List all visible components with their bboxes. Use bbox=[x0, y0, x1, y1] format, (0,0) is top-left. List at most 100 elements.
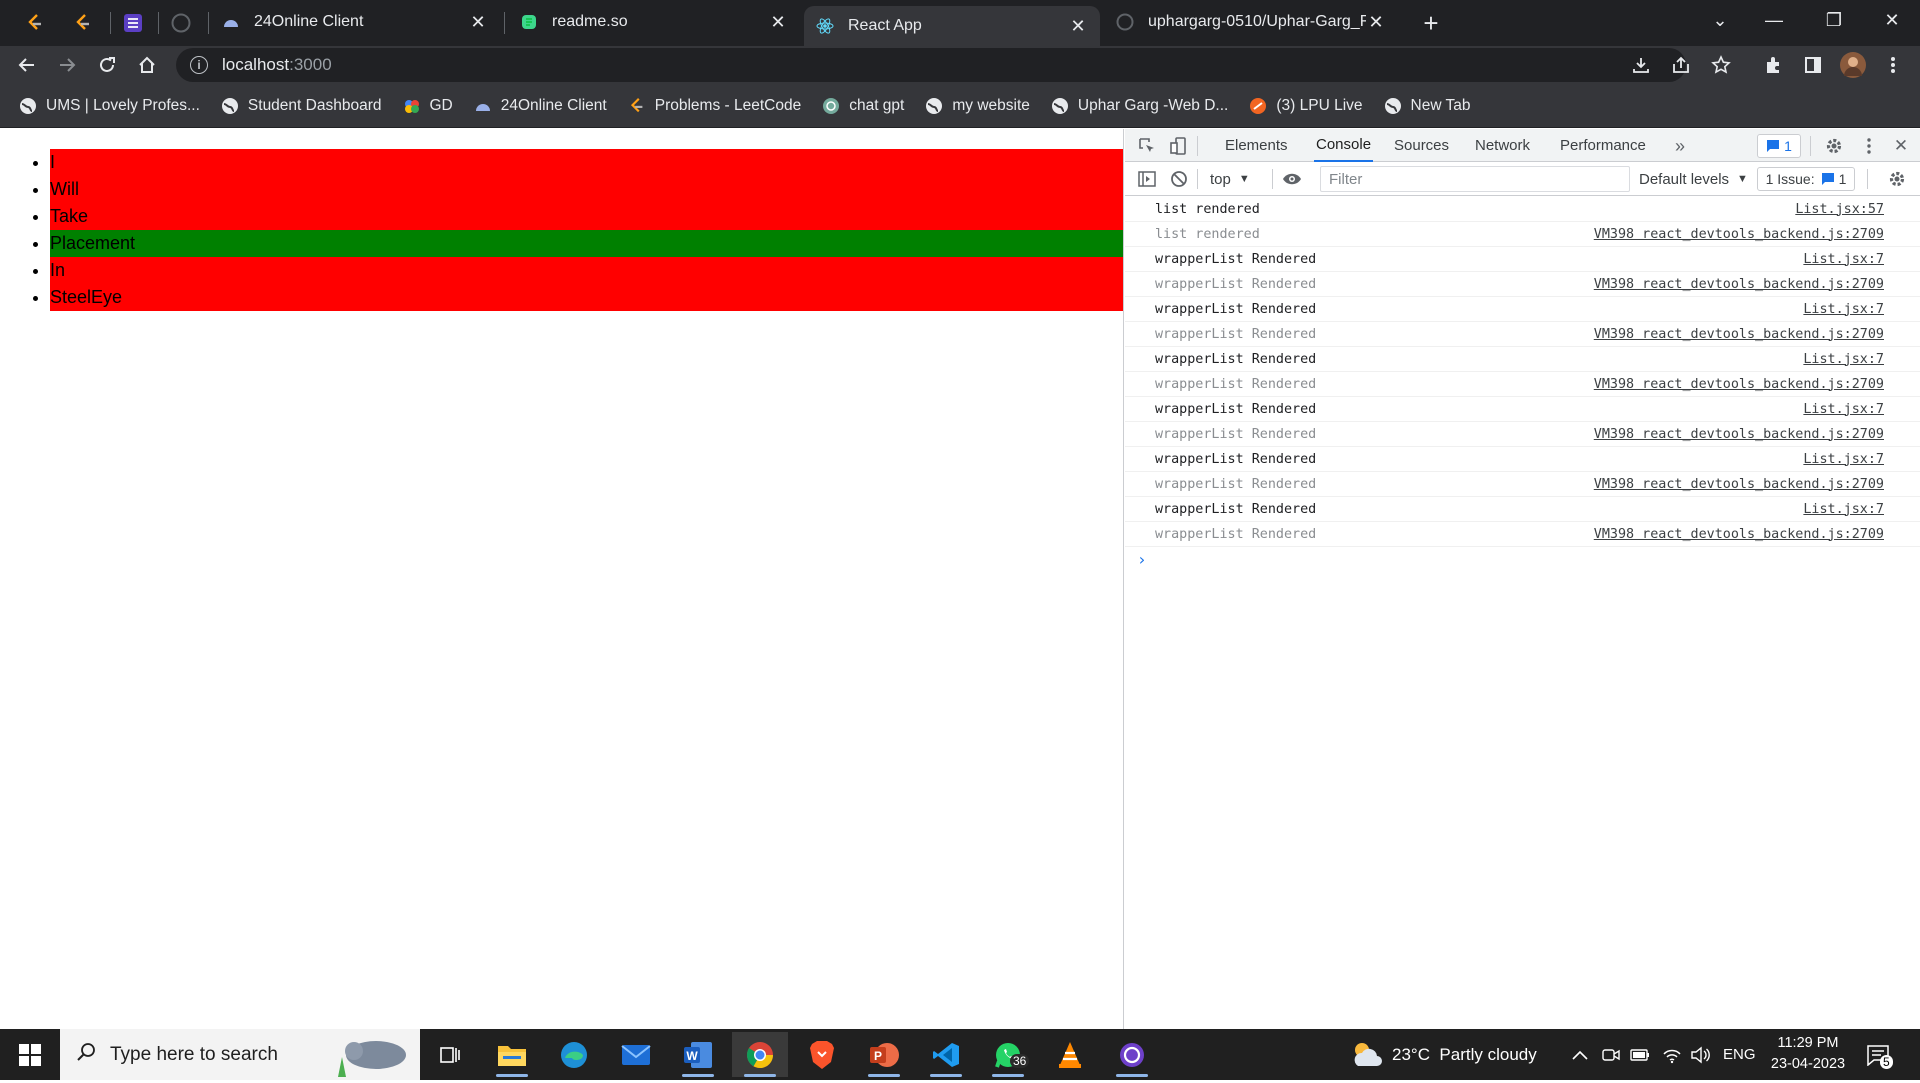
bookmark-gd[interactable]: GD bbox=[402, 96, 453, 116]
bookmark-star-icon[interactable] bbox=[1706, 50, 1736, 80]
log-source-link[interactable]: List.jsx:7 bbox=[1803, 402, 1884, 417]
home-icon[interactable] bbox=[132, 50, 162, 80]
log-source-link[interactable]: VM398 react_devtools_backend.js:2709 bbox=[1594, 277, 1884, 292]
tab-network[interactable]: Network bbox=[1475, 129, 1530, 162]
file-explorer-icon[interactable] bbox=[484, 1032, 540, 1077]
back-icon[interactable] bbox=[12, 50, 42, 80]
inspect-element-icon[interactable] bbox=[1135, 134, 1159, 158]
console-filter-input[interactable]: Filter bbox=[1320, 166, 1630, 192]
log-source-link[interactable]: List.jsx:7 bbox=[1803, 352, 1884, 367]
start-button[interactable] bbox=[0, 1029, 60, 1080]
bookmark-my-website[interactable]: my website bbox=[924, 96, 1030, 116]
console-settings-gear-icon[interactable] bbox=[1885, 167, 1909, 191]
window-close-icon[interactable]: ✕ bbox=[1864, 0, 1920, 40]
list-item: Will bbox=[50, 176, 1123, 203]
minimize-icon[interactable]: — bbox=[1746, 0, 1802, 40]
profile-avatar[interactable] bbox=[1838, 50, 1868, 80]
messages-badge[interactable]: 1 bbox=[1757, 134, 1801, 158]
pinned-tab-list[interactable] bbox=[112, 6, 154, 40]
tab-sources[interactable]: Sources bbox=[1394, 129, 1449, 162]
restore-icon[interactable]: ❐ bbox=[1806, 0, 1862, 40]
menu-kebab-icon[interactable] bbox=[1878, 50, 1908, 80]
close-icon[interactable]: ✕ bbox=[768, 12, 788, 32]
sidebar-toggle-icon[interactable] bbox=[1135, 167, 1159, 191]
install-icon[interactable] bbox=[1626, 50, 1656, 80]
mail-icon[interactable] bbox=[608, 1032, 664, 1077]
forward-icon[interactable] bbox=[52, 50, 82, 80]
bookmark-new-tab[interactable]: New Tab bbox=[1383, 96, 1471, 116]
taskbar-search-box[interactable]: Type here to search bbox=[60, 1029, 420, 1080]
address-bar[interactable]: i localhost:3000 bbox=[176, 48, 1686, 82]
console-prompt[interactable]: › bbox=[1125, 547, 1920, 572]
log-source-link[interactable]: List.jsx:7 bbox=[1803, 502, 1884, 517]
chrome-icon[interactable] bbox=[732, 1032, 788, 1077]
clock[interactable]: 11:29 PM 23-04-2023 bbox=[1758, 1033, 1858, 1075]
github-desktop-icon[interactable] bbox=[1104, 1032, 1160, 1077]
tab-readme[interactable]: readme.so ✕ bbox=[508, 2, 800, 42]
bookmark-ums[interactable]: UMS | Lovely Profes... bbox=[18, 96, 200, 116]
share-icon[interactable] bbox=[1666, 50, 1696, 80]
word-icon[interactable]: W bbox=[670, 1032, 726, 1077]
tray-overflow-chevron-icon[interactable] bbox=[1572, 1029, 1588, 1080]
extensions-icon[interactable] bbox=[1758, 50, 1788, 80]
log-source-link[interactable]: VM398 react_devtools_backend.js:2709 bbox=[1594, 327, 1884, 342]
bookmark-lpu-live[interactable]: (3) LPU Live bbox=[1248, 96, 1363, 116]
issues-button[interactable]: 1 Issue: 1 bbox=[1757, 167, 1855, 191]
log-source-link[interactable]: VM398 react_devtools_backend.js:2709 bbox=[1594, 377, 1884, 392]
log-source-link[interactable]: VM398 react_devtools_backend.js:2709 bbox=[1594, 477, 1884, 492]
log-source-link[interactable]: List.jsx:7 bbox=[1803, 302, 1884, 317]
notifications-icon[interactable]: 5 bbox=[1866, 1029, 1893, 1080]
close-icon[interactable]: ✕ bbox=[468, 12, 488, 32]
bookmark-chatgpt[interactable]: chat gpt bbox=[821, 96, 904, 116]
more-tabs-icon[interactable]: » bbox=[1668, 134, 1692, 158]
bookmark-24online[interactable]: 24Online Client bbox=[473, 96, 607, 116]
edge-icon[interactable] bbox=[546, 1032, 602, 1077]
bookmark-leetcode[interactable]: Problems - LeetCode bbox=[627, 96, 801, 116]
log-source-link[interactable]: VM398 react_devtools_backend.js:2709 bbox=[1594, 227, 1884, 242]
console-message: wrapperList Rendered List.jsx:7 bbox=[1125, 347, 1920, 372]
close-icon[interactable]: ✕ bbox=[1068, 16, 1088, 36]
log-source-link[interactable]: VM398 react_devtools_backend.js:2709 bbox=[1594, 527, 1884, 542]
close-devtools-icon[interactable]: ✕ bbox=[1889, 134, 1913, 158]
log-source-link[interactable]: List.jsx:7 bbox=[1803, 252, 1884, 267]
log-levels-dropdown[interactable]: Default levels ▼ bbox=[1639, 168, 1748, 190]
input-language[interactable]: ENG bbox=[1723, 1029, 1756, 1080]
clear-console-icon[interactable] bbox=[1167, 167, 1191, 191]
live-expression-eye-icon[interactable] bbox=[1280, 167, 1304, 191]
side-panel-icon[interactable] bbox=[1798, 50, 1828, 80]
tab-github-repo[interactable]: uphargarg-0510/Uphar-Garg_Fro ✕ bbox=[1104, 2, 1398, 42]
context-selector[interactable]: top ▼ bbox=[1210, 168, 1250, 190]
devtools-menu-icon[interactable] bbox=[1857, 134, 1881, 158]
reload-icon[interactable] bbox=[92, 50, 122, 80]
tab-24online[interactable]: 24Online Client ✕ bbox=[210, 2, 500, 42]
meet-now-icon[interactable] bbox=[1602, 1029, 1620, 1080]
whatsapp-icon[interactable]: 36 bbox=[980, 1032, 1036, 1077]
task-view-icon[interactable] bbox=[422, 1032, 478, 1077]
close-icon[interactable]: ✕ bbox=[1366, 12, 1386, 32]
tab-elements[interactable]: Elements bbox=[1225, 129, 1288, 162]
volume-icon[interactable] bbox=[1690, 1029, 1710, 1080]
log-source-link[interactable]: List.jsx:57 bbox=[1795, 202, 1884, 217]
settings-gear-icon[interactable] bbox=[1822, 134, 1846, 158]
site-info-icon[interactable]: i bbox=[190, 56, 208, 74]
tab-console[interactable]: Console bbox=[1314, 129, 1374, 162]
new-tab-button[interactable]: + bbox=[1416, 8, 1446, 38]
battery-icon[interactable] bbox=[1630, 1029, 1650, 1080]
tab-performance[interactable]: Performance bbox=[1560, 129, 1646, 162]
brave-icon[interactable] bbox=[794, 1032, 850, 1077]
device-toolbar-icon[interactable] bbox=[1167, 134, 1191, 158]
log-source-link[interactable]: VM398 react_devtools_backend.js:2709 bbox=[1594, 427, 1884, 442]
tab-search-icon[interactable]: ⌄ bbox=[1692, 0, 1748, 40]
wifi-icon[interactable] bbox=[1662, 1029, 1682, 1080]
pinned-tab-leetcode[interactable] bbox=[14, 6, 56, 40]
vscode-icon[interactable] bbox=[918, 1032, 974, 1077]
powerpoint-icon[interactable]: P bbox=[856, 1032, 912, 1077]
tab-react-app[interactable]: React App ✕ bbox=[804, 6, 1100, 46]
weather-widget[interactable]: 23°C Partly cloudy bbox=[1350, 1029, 1537, 1080]
pinned-tab-leetcode-2[interactable] bbox=[62, 6, 104, 40]
bookmark-uphar-garg[interactable]: Uphar Garg -Web D... bbox=[1050, 96, 1228, 116]
bookmark-student-dashboard[interactable]: Student Dashboard bbox=[220, 96, 382, 116]
pinned-tab-github[interactable] bbox=[160, 6, 202, 40]
vlc-icon[interactable] bbox=[1042, 1032, 1098, 1077]
log-source-link[interactable]: List.jsx:7 bbox=[1803, 452, 1884, 467]
